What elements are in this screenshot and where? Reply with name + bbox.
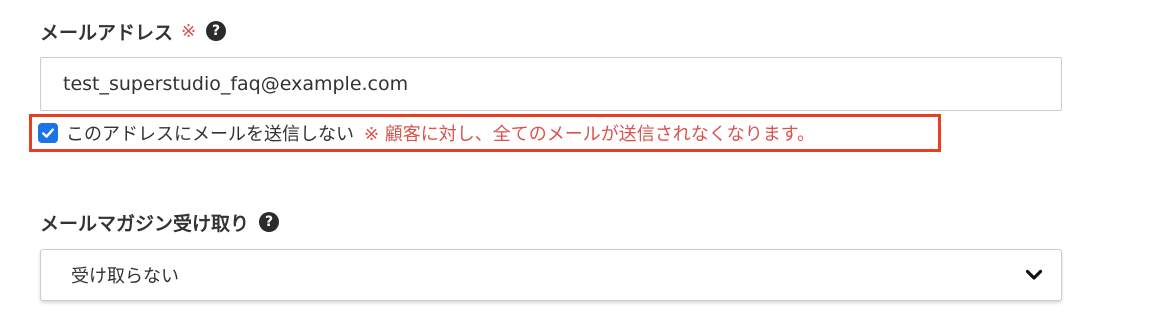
no-mail-checkbox-label[interactable]: このアドレスにメールを送信しない [66,120,354,146]
newsletter-select-value: 受け取らない [71,266,179,287]
required-mark: ※ [181,20,197,42]
email-input[interactable] [40,57,1062,111]
no-mail-warning-text: ※ 顧客に対し、全てのメールが送信されなくなります。 [364,124,816,145]
question-circle-icon[interactable]: ? [206,21,227,41]
no-mail-checkbox[interactable] [38,123,58,143]
checkmark-icon [42,128,54,138]
customer-email-settings-form: メールアドレス ※ ? このアドレスにメールを送信しない ※ 顧客に対し、全ての… [0,0,1172,336]
newsletter-field-label-row: メールマガジン受け取り ? [40,208,280,236]
newsletter-select[interactable]: 受け取らない [40,249,1062,301]
question-circle-icon[interactable]: ? [259,212,280,232]
email-field-label: メールアドレス [40,21,174,44]
email-field-label-row: メールアドレス ※ ? [40,17,227,45]
no-mail-option-row: このアドレスにメールを送信しない ※ 顧客に対し、全てのメールが送信されなくなり… [38,117,815,149]
chevron-down-icon [1025,269,1043,280]
newsletter-field-label: メールマガジン受け取り [40,212,250,235]
